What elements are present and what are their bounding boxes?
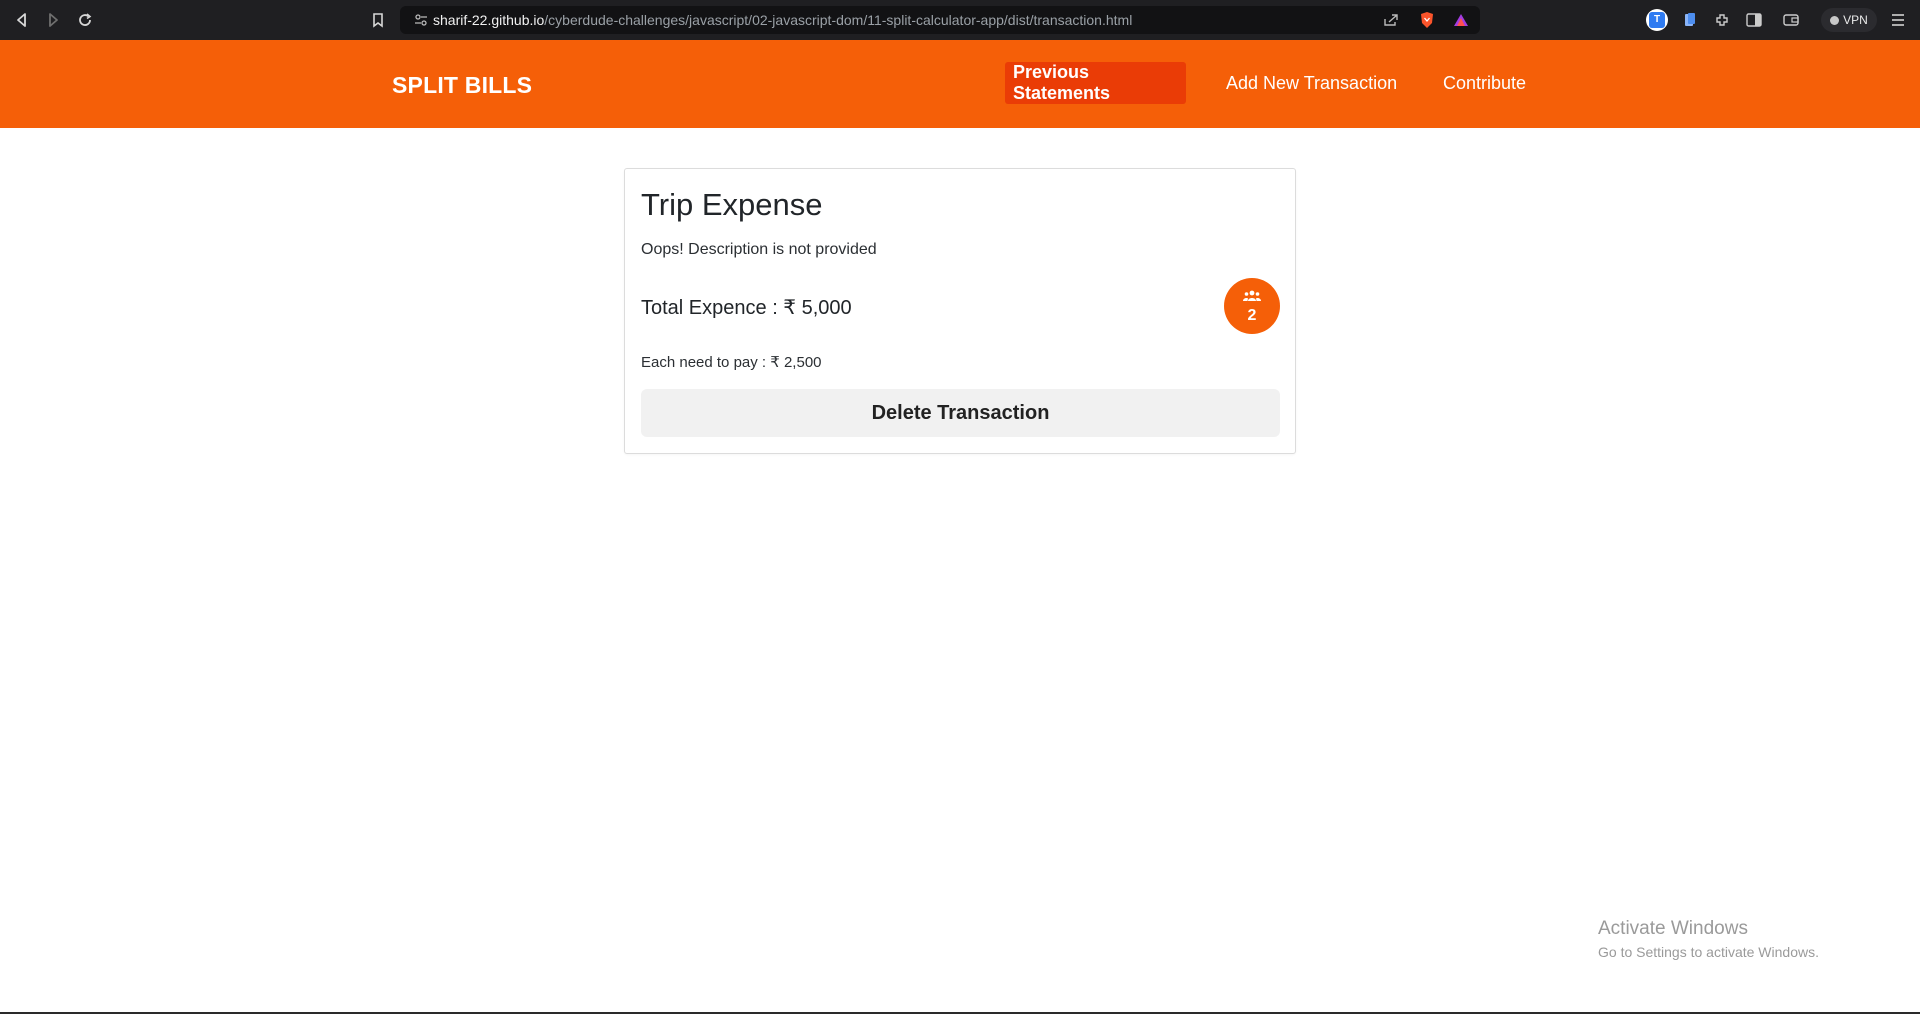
translate-extension-icon[interactable]: T <box>1646 9 1668 31</box>
watermark-title: Activate Windows <box>1598 918 1748 939</box>
wallet-icon[interactable] <box>1780 9 1802 31</box>
brave-shield-icon[interactable] <box>1416 9 1438 31</box>
people-count: 2 <box>1247 306 1257 324</box>
windows-activation-watermark: Activate Windows Go to Settings to activ… <box>1598 918 1819 960</box>
nav-previous-statements[interactable]: Previous Statements <box>1005 62 1186 104</box>
transaction-total: Total Expence : ₹ 5,000 <box>641 297 852 319</box>
each-share: Each need to pay : ₹ 2,500 <box>641 354 822 371</box>
browser-toolbar: sharif-22.github.io/cyberdude-challenges… <box>0 0 1920 40</box>
watermark-subtitle: Go to Settings to activate Windows. <box>1598 944 1819 960</box>
transaction-description: Oops! Description is not provided <box>641 241 877 258</box>
url-host: sharif-22.github.io <box>433 12 545 28</box>
menu-icon[interactable] <box>1887 9 1909 31</box>
reload-icon[interactable] <box>73 8 97 32</box>
share-icon[interactable] <box>1380 9 1402 31</box>
back-icon[interactable] <box>10 8 34 32</box>
brave-rewards-icon[interactable] <box>1450 9 1472 31</box>
vpn-button[interactable]: VPN <box>1821 8 1877 32</box>
transaction-card: Trip Expense Oops! Description is not pr… <box>624 168 1296 454</box>
vpn-label: VPN <box>1843 13 1868 27</box>
transaction-title: Trip Expense <box>641 187 823 222</box>
delete-transaction-button[interactable]: Delete Transaction <box>641 389 1280 437</box>
sidebar-icon[interactable] <box>1743 9 1765 31</box>
nav-contribute[interactable]: Contribute <box>1435 62 1534 104</box>
url-path: /cyberdude-challenges/javascript/02-java… <box>544 12 1133 28</box>
app-navbar: SPLIT BILLS Previous Statements Add New … <box>0 40 1920 128</box>
forward-icon[interactable] <box>41 8 65 32</box>
users-icon <box>1242 289 1262 307</box>
vpn-status-icon <box>1830 15 1840 25</box>
nav-add-new-transaction[interactable]: Add New Transaction <box>1218 62 1405 104</box>
brand-logo[interactable]: SPLIT BILLS <box>392 72 532 99</box>
url-text: sharif-22.github.io/cyberdude-challenges… <box>433 12 1132 28</box>
address-bar[interactable]: sharif-22.github.io/cyberdude-challenges… <box>400 6 1480 34</box>
document-extension-icon[interactable] <box>1679 9 1701 31</box>
extension-icon[interactable] <box>1711 9 1733 31</box>
bookmark-icon[interactable] <box>366 8 390 32</box>
site-settings-icon[interactable] <box>410 9 432 31</box>
people-count-badge: 2 <box>1224 278 1280 334</box>
